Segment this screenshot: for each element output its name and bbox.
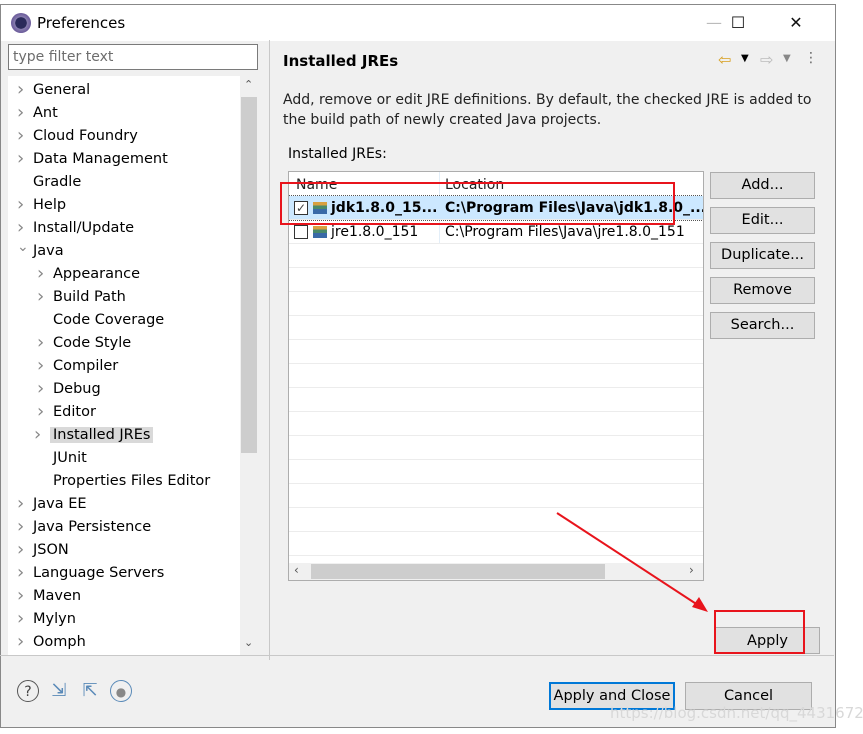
watermark: https://blog.csdn.net/qq_44316726 [610,704,863,722]
annotation-arrow [556,512,708,612]
